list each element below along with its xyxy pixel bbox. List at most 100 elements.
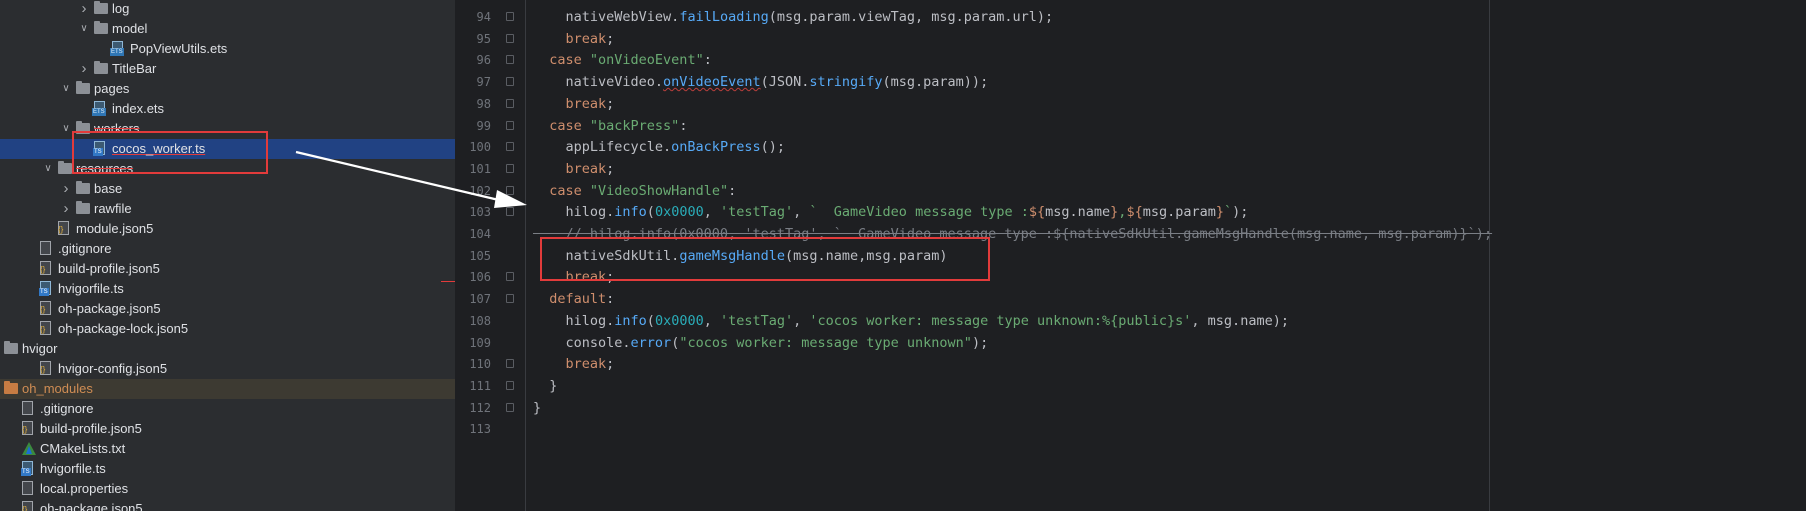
code-token: , xyxy=(703,312,720,329)
code-token: nativeWebView. xyxy=(533,9,680,25)
highlight-box-game-msg-handle xyxy=(540,237,990,281)
code-text: hilog.info(0x0000, 'testTag', ` GameVide… xyxy=(533,201,1249,223)
code-text: nativeWebView.failLoading(msg.param.view… xyxy=(533,6,1054,28)
fold-marker-icon[interactable] xyxy=(506,77,514,87)
line-number: 99 xyxy=(476,118,491,133)
code-token: ` xyxy=(1224,204,1233,221)
line-number: 102 xyxy=(469,183,491,198)
json-file-icon xyxy=(40,301,51,315)
tree-item[interactable]: ∨ model xyxy=(0,19,455,39)
code-line[interactable]: 110 break; xyxy=(457,353,1806,375)
fold-marker-icon[interactable] xyxy=(506,120,514,130)
tree-item[interactable]: index.ets xyxy=(0,99,455,119)
tree-item[interactable]: › rawfile xyxy=(0,199,455,219)
code-token: (msg.param)); xyxy=(882,74,989,91)
tree-item[interactable]: ›oh_modules xyxy=(0,379,455,399)
code-token: hilog. xyxy=(533,312,615,329)
line-number: 94 xyxy=(476,10,491,24)
tree-item[interactable]: local.properties xyxy=(0,479,455,499)
code-line[interactable]: 99 case "backPress": xyxy=(457,115,1806,137)
tree-item[interactable]: hvigor-config.json5 xyxy=(0,359,455,379)
code-line[interactable]: 101 break; xyxy=(457,158,1806,180)
code-text: appLifecycle.onBackPress(); xyxy=(533,136,785,158)
tree-item[interactable]: PopViewUtils.ets xyxy=(0,39,455,59)
code-line[interactable]: 96 case "onVideoEvent": xyxy=(457,49,1806,71)
code-token: ; xyxy=(606,95,615,112)
tree-item[interactable]: .gitignore xyxy=(0,239,455,259)
chevron-right-icon[interactable]: › xyxy=(60,179,72,199)
chevron-right-icon[interactable]: › xyxy=(60,199,72,219)
tree-item[interactable]: › base xyxy=(0,179,455,199)
fold-marker-icon[interactable] xyxy=(506,163,514,173)
code-text: } xyxy=(533,397,541,419)
tree-item-label: .gitignore xyxy=(40,401,94,416)
tree-item[interactable]: oh-package-lock.json5 xyxy=(0,319,455,339)
tree-item[interactable]: build-profile.json5 xyxy=(0,259,455,279)
tree-item[interactable]: › log xyxy=(0,0,455,19)
fold-marker-icon[interactable] xyxy=(506,294,514,304)
fold-marker-icon[interactable] xyxy=(506,185,514,195)
code-line[interactable]: 108 hilog.info(0x0000, 'testTag', 'cocos… xyxy=(457,310,1806,332)
fold-marker-icon[interactable] xyxy=(506,272,514,282)
fold-marker-icon[interactable] xyxy=(506,380,514,390)
tree-item-label: rawfile xyxy=(94,201,132,216)
tree-item[interactable]: › TitleBar xyxy=(0,59,455,79)
fold-marker-icon[interactable] xyxy=(506,142,514,152)
fold-marker-icon[interactable] xyxy=(506,33,514,43)
chevron-down-icon[interactable]: ∨ xyxy=(60,79,72,99)
tree-item[interactable]: hvigorfile.ts xyxy=(0,459,455,479)
code-line[interactable]: 94 nativeWebView.failLoading(msg.param.v… xyxy=(457,6,1806,28)
code-text: console.error("cocos worker: message typ… xyxy=(533,332,989,354)
code-line[interactable]: 98 break; xyxy=(457,93,1806,115)
code-line[interactable]: 100 appLifecycle.onBackPress(); xyxy=(457,136,1806,158)
json-file-icon xyxy=(40,261,51,275)
code-token: , xyxy=(703,204,720,221)
chevron-down-icon[interactable]: ∨ xyxy=(42,159,54,179)
chevron-down-icon[interactable]: ∨ xyxy=(78,19,90,39)
fold-marker-icon[interactable] xyxy=(506,359,514,369)
fold-marker-icon[interactable] xyxy=(506,207,514,217)
code-token: (JSON. xyxy=(760,74,810,91)
code-token: , xyxy=(793,204,810,221)
fold-marker-icon[interactable] xyxy=(506,402,514,412)
code-token: case xyxy=(533,117,590,134)
code-token: failLoading xyxy=(679,9,769,25)
code-token: onVideoEvent xyxy=(663,74,761,91)
code-line[interactable]: 109 console.error("cocos worker: message… xyxy=(457,332,1806,354)
chevron-down-icon[interactable]: ∨ xyxy=(60,119,72,139)
folder-icon xyxy=(94,21,108,34)
fold-marker-icon[interactable] xyxy=(506,55,514,65)
tree-item[interactable]: .gitignore xyxy=(0,399,455,419)
tree-item-label: index.ets xyxy=(112,101,165,116)
tree-item[interactable]: hvigorfile.ts xyxy=(0,279,455,299)
tree-item[interactable]: build-profile.json5 xyxy=(0,419,455,439)
tree-item[interactable]: ∨ pages xyxy=(0,79,455,99)
code-line[interactable]: 111 } xyxy=(457,375,1806,397)
tree-item[interactable]: oh-package.json5 xyxy=(0,299,455,319)
tree-item[interactable]: module.json5 xyxy=(0,219,455,239)
code-text: break; xyxy=(533,353,615,375)
fold-marker-icon[interactable] xyxy=(506,12,514,21)
code-token: } xyxy=(533,399,542,416)
line-number: 112 xyxy=(469,400,491,415)
code-line[interactable]: 112} xyxy=(457,397,1806,419)
code-text: hilog.info(0x0000, 'testTag', 'cocos wor… xyxy=(533,310,1289,332)
code-line[interactable]: 95 break; xyxy=(457,28,1806,50)
tree-item[interactable]: CMakeLists.txt xyxy=(0,439,455,459)
code-token: info xyxy=(614,312,647,329)
project-tree-panel[interactable]: › log ∨ model PopViewUtils.ets › TitleBar ∨ page… xyxy=(0,0,455,511)
code-line[interactable]: 103 hilog.info(0x0000, 'testTag', ` Game… xyxy=(457,201,1806,223)
tree-item[interactable]: ∨hvigor xyxy=(0,339,455,359)
code-token: appLifecycle. xyxy=(533,139,672,156)
code-token: } xyxy=(533,377,558,394)
code-line[interactable]: 102 case "VideoShowHandle": xyxy=(457,180,1806,202)
fold-marker-icon[interactable] xyxy=(506,98,514,108)
code-token: : xyxy=(703,52,712,69)
chevron-right-icon[interactable]: › xyxy=(78,59,90,79)
code-line[interactable]: 113 xyxy=(457,418,1806,440)
tree-item[interactable]: oh-package.json5 xyxy=(0,499,455,511)
code-line[interactable]: 97 nativeVideo.onVideoEvent(JSON.stringi… xyxy=(457,71,1806,93)
chevron-right-icon[interactable]: › xyxy=(78,0,90,19)
code-line[interactable]: 107 default: xyxy=(457,288,1806,310)
code-token: ${ xyxy=(1028,204,1046,221)
